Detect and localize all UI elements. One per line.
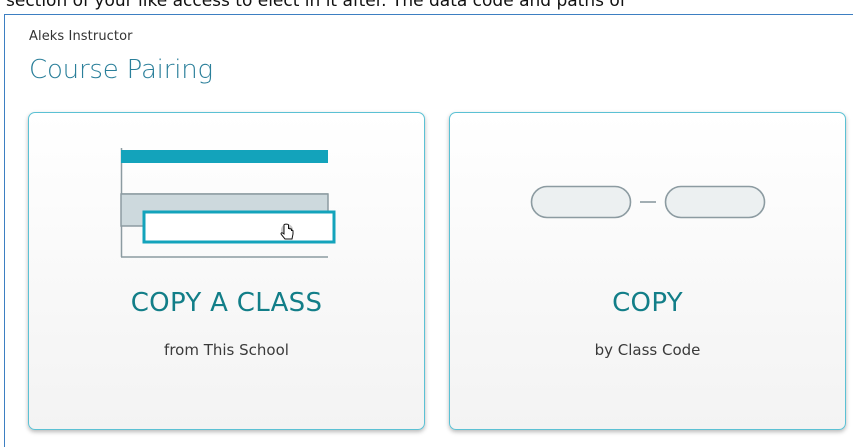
page-title: Course Pairing (29, 55, 213, 85)
copy-class-subtitle: from This School (164, 341, 289, 359)
course-pairing-panel: Aleks Instructor Course Pairing COPY A C… (4, 14, 853, 447)
cut-off-text: section of your like access to elect in … (6, 0, 626, 11)
copy-class-card[interactable]: COPY A CLASS from This School (28, 112, 425, 430)
class-list-icon (120, 148, 336, 258)
copy-class-title: COPY A CLASS (130, 288, 323, 318)
class-code-icon (530, 185, 766, 219)
cut-off-text-strip: section of your like access to elect in … (0, 0, 853, 14)
copy-by-code-subtitle: by Class Code (594, 341, 701, 359)
copy-by-code-card[interactable]: COPY by Class Code (449, 112, 846, 430)
copy-by-code-title: COPY (612, 288, 683, 318)
breadcrumb: Aleks Instructor (29, 29, 133, 44)
